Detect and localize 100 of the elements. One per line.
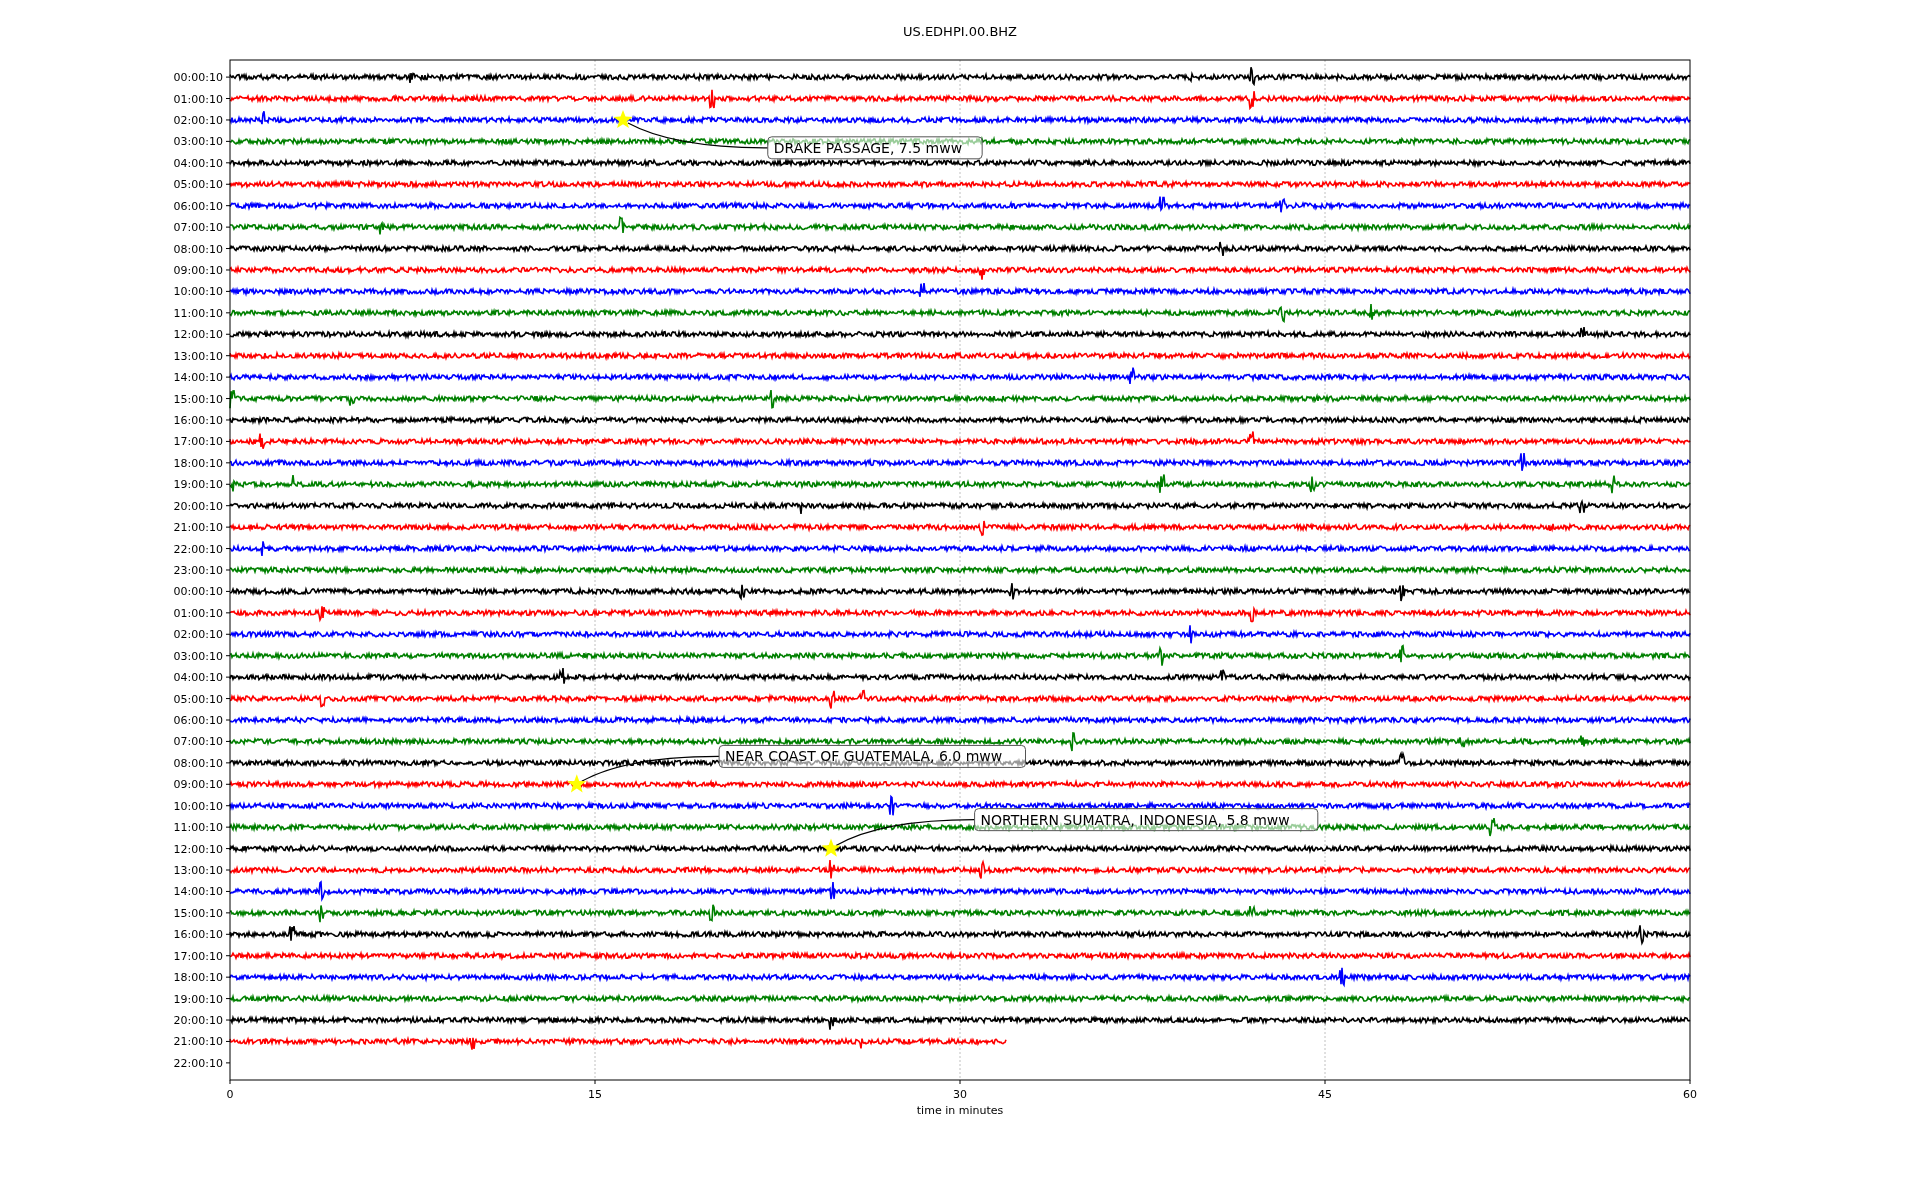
tick-mark (225, 569, 231, 571)
tick-mark (225, 355, 231, 357)
tick-mark (225, 376, 231, 378)
time-label: 22:00:10 (173, 542, 223, 556)
tick-mark (225, 633, 231, 635)
star-icon (567, 774, 587, 793)
tick-mark (225, 183, 231, 185)
time-label: 15:00:10 (173, 906, 223, 920)
time-label: 19:00:10 (173, 478, 223, 492)
tick-mark (225, 140, 231, 142)
time-label: 12:00:10 (173, 842, 223, 856)
tick-mark (225, 226, 231, 228)
tick-mark (225, 419, 231, 421)
time-label: 02:00:10 (173, 113, 223, 127)
tick-mark (225, 976, 231, 978)
tick-mark (225, 548, 231, 550)
time-label: 09:00:10 (173, 778, 223, 792)
tick-mark (225, 826, 231, 828)
event-annotation: DRAKE PASSAGE, 7.5 mww (767, 136, 983, 160)
tick-mark (225, 676, 231, 678)
event-annotation: NEAR COAST OF GUATEMALA, 6.0 mww (718, 744, 1026, 768)
time-label: 13:00:10 (173, 864, 223, 877)
time-label: 18:00:10 (173, 456, 223, 470)
time-label: 17:00:10 (173, 435, 223, 449)
tick-mark (225, 762, 231, 764)
tick-mark (225, 912, 231, 914)
time-label: 07:00:10 (173, 735, 223, 749)
tick-mark (225, 290, 231, 292)
tick-mark (225, 1040, 231, 1042)
time-label: 09:00:10 (173, 263, 223, 277)
tick-mark (225, 248, 231, 250)
x-tick-label: 30 (953, 1088, 967, 1101)
time-label: 04:00:10 (173, 671, 223, 685)
tick-mark (225, 740, 231, 742)
tick-mark (225, 505, 231, 507)
tick-mark (594, 1079, 596, 1085)
time-label: 00:00:10 (173, 585, 223, 599)
tick-mark (225, 590, 231, 592)
time-label: 23:00:10 (173, 564, 223, 577)
tick-mark (225, 1062, 231, 1064)
x-tick-label: 60 (1683, 1088, 1697, 1101)
time-label: 16:00:10 (173, 928, 223, 942)
time-label: 00:00:10 (173, 71, 223, 85)
star-icon (613, 110, 633, 129)
tick-mark (225, 269, 231, 271)
x-tick-label: 15 (588, 1088, 602, 1101)
x-axis-label: time in minutes (916, 1104, 1004, 1117)
tick-mark (225, 955, 231, 957)
time-label: 18:00:10 (173, 971, 223, 985)
tick-mark (229, 1079, 231, 1085)
time-label: 21:00:10 (173, 1035, 223, 1049)
tick-mark (225, 98, 231, 100)
tick-mark (225, 1019, 231, 1021)
tick-mark (225, 440, 231, 442)
tick-mark (225, 783, 231, 785)
tick-mark (959, 1079, 961, 1085)
time-label: 21:00:10 (173, 521, 223, 535)
time-label: 03:00:10 (173, 135, 223, 149)
time-label: 01:00:10 (173, 606, 223, 620)
time-label: 06:00:10 (173, 199, 223, 213)
tick-mark (225, 526, 231, 528)
time-label: 20:00:10 (173, 499, 223, 513)
time-label: 16:00:10 (173, 414, 223, 427)
x-tick-label: 45 (1318, 1088, 1332, 1101)
time-label: 05:00:10 (173, 178, 223, 192)
time-label: 14:00:10 (173, 885, 223, 899)
time-label: 22:00:10 (173, 1056, 223, 1070)
time-label: 08:00:10 (173, 242, 223, 256)
tick-mark (225, 869, 231, 871)
time-label: 12:00:10 (173, 328, 223, 342)
plot-title: US.EDHPI.00.BHZ (903, 24, 1017, 39)
time-label: 03:00:10 (173, 649, 223, 663)
tick-mark (225, 312, 231, 314)
time-label: 19:00:10 (173, 992, 223, 1006)
time-label: 02:00:10 (173, 628, 223, 642)
time-label: 20:00:10 (173, 1014, 223, 1027)
tick-mark (1689, 1079, 1691, 1085)
tick-mark (225, 655, 231, 657)
star-icon (821, 838, 841, 857)
event-annotation: NORTHERN SUMATRA, INDONESIA, 5.8 mww (974, 808, 1319, 832)
time-label: 10:00:10 (173, 799, 223, 813)
time-label: 10:00:10 (173, 285, 223, 299)
tick-mark (225, 612, 231, 614)
time-label: 17:00:10 (173, 949, 223, 963)
tick-mark (225, 119, 231, 121)
tick-mark (225, 333, 231, 335)
time-label: 14:00:10 (173, 371, 223, 385)
time-label: 11:00:10 (173, 821, 223, 835)
tick-mark (225, 483, 231, 485)
tick-mark (225, 890, 231, 892)
tick-mark (225, 205, 231, 207)
x-tick-label: 0 (226, 1088, 234, 1101)
tick-mark (225, 933, 231, 935)
tick-mark (225, 848, 231, 850)
tick-mark (225, 719, 231, 721)
tick-mark (225, 162, 231, 164)
time-label: 05:00:10 (173, 692, 223, 706)
time-label: 15:00:10 (173, 392, 223, 406)
time-label: 11:00:10 (173, 306, 223, 320)
tick-mark (225, 462, 231, 464)
